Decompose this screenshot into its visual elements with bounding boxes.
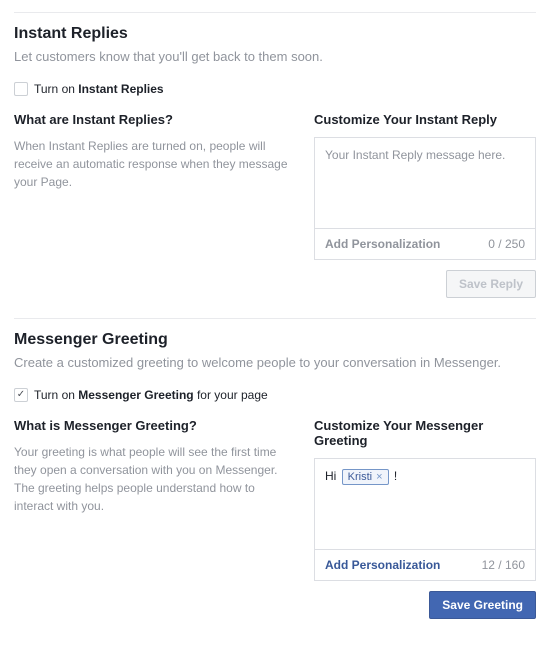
instant-toggle-row: Turn on Instant Replies (14, 82, 536, 96)
instant-help-col: What are Instant Replies? When Instant R… (14, 112, 294, 298)
instant-help-text: When Instant Replies are turned on, peop… (14, 137, 294, 191)
instant-counter: 0 / 250 (488, 237, 525, 251)
instant-replies-section: Instant Replies Let customers know that … (14, 12, 536, 298)
greeting-textarea[interactable]: Hi Kristi× ! (315, 459, 535, 549)
tag-remove-icon[interactable]: × (376, 471, 382, 483)
greeting-help-text: Your greeting is what people will see th… (14, 443, 294, 515)
save-reply-button[interactable]: Save Reply (446, 270, 536, 298)
greeting-compose-footer: Add Personalization 12 / 160 (315, 549, 535, 580)
greeting-customize-col: Customize Your Messenger Greeting Hi Kri… (314, 418, 536, 619)
instant-help-title: What are Instant Replies? (14, 112, 294, 127)
instant-personalize-link[interactable]: Add Personalization (325, 237, 440, 251)
greeting-help-title: What is Messenger Greeting? (14, 418, 294, 433)
greeting-counter: 12 / 160 (482, 558, 525, 572)
greeting-toggle-row: Turn on Messenger Greeting for your page (14, 388, 536, 402)
greeting-personalize-link[interactable]: Add Personalization (325, 558, 440, 572)
greeting-checkbox[interactable] (14, 388, 28, 402)
instant-customize-title: Customize Your Instant Reply (314, 112, 536, 127)
instant-desc: Let customers know that you'll get back … (14, 49, 536, 64)
instant-compose-box: Your Instant Reply message here. Add Per… (314, 137, 536, 260)
greeting-desc: Create a customized greeting to welcome … (14, 355, 536, 370)
greeting-section: Messenger Greeting Create a customized g… (14, 318, 536, 619)
greeting-compose-box: Hi Kristi× ! Add Personalization 12 / 16… (314, 458, 536, 581)
instant-toggle-label: Turn on Instant Replies (34, 82, 164, 96)
instant-textarea[interactable]: Your Instant Reply message here. (315, 138, 535, 228)
personalization-tag[interactable]: Kristi × (342, 469, 389, 485)
greeting-help-col: What is Messenger Greeting? Your greetin… (14, 418, 294, 619)
instant-title: Instant Replies (14, 25, 536, 43)
greeting-title: Messenger Greeting (14, 331, 536, 349)
instant-checkbox[interactable] (14, 82, 28, 96)
instant-compose-footer: Add Personalization 0 / 250 (315, 228, 535, 259)
tag-label: Kristi (348, 471, 372, 483)
save-greeting-button[interactable]: Save Greeting (429, 591, 536, 619)
greeting-toggle-label: Turn on Messenger Greeting for your page (34, 388, 268, 402)
greeting-customize-title: Customize Your Messenger Greeting (314, 418, 536, 448)
instant-customize-col: Customize Your Instant Reply Your Instan… (314, 112, 536, 298)
